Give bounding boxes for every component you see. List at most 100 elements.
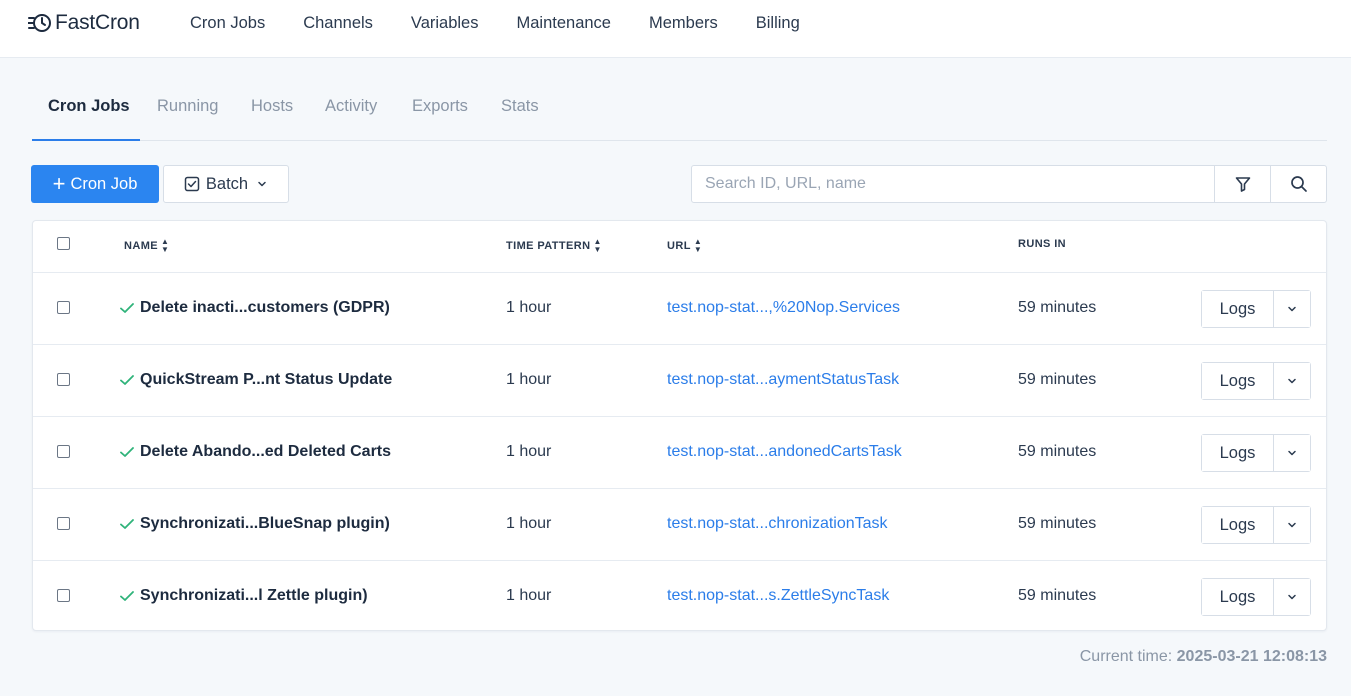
job-name[interactable]: Synchronizati...l Zettle plugin): [140, 587, 368, 605]
logs-button[interactable]: Logs: [1202, 579, 1274, 615]
table-row: Synchronizati...l Zettle plugin) 1 hour …: [33, 561, 1326, 631]
current-time: Current time: 2025-03-21 12:08:13: [1080, 648, 1327, 666]
nav-billing[interactable]: Billing: [756, 13, 800, 33]
cron-jobs-table: NAME ▲ ▼ TIME PATTERN ▲ ▼ URL ▲ ▼ RUNS IN D…: [32, 220, 1327, 631]
logs-button-group: Logs: [1201, 578, 1311, 616]
job-url[interactable]: test.nop-stat...,%20Nop.Services: [667, 299, 900, 317]
row-actions-dropdown[interactable]: [1274, 435, 1310, 471]
table-row: Synchronizati...BlueSnap plugin) 1 hour …: [33, 489, 1326, 561]
main-nav: Cron Jobs Channels Variables Maintenance…: [190, 13, 838, 33]
search-button[interactable]: [1270, 165, 1327, 203]
job-runs-in: 59 minutes: [1018, 515, 1097, 532]
logs-button-group: Logs: [1201, 434, 1311, 472]
job-name[interactable]: Synchronizati...BlueSnap plugin): [140, 515, 390, 533]
column-url-label: URL: [667, 240, 691, 252]
column-runs-in: RUNS IN: [1018, 238, 1066, 250]
row-actions-dropdown[interactable]: [1274, 363, 1310, 399]
fastcron-logo-icon: [28, 14, 51, 32]
row-checkbox[interactable]: [57, 445, 70, 458]
plus-icon: +: [52, 171, 66, 196]
nav-members[interactable]: Members: [649, 13, 718, 33]
filter-button[interactable]: [1214, 165, 1271, 203]
chevron-down-icon: [1288, 522, 1296, 528]
row-checkbox[interactable]: [57, 301, 70, 314]
search-icon: [1290, 176, 1307, 192]
logs-button-group: Logs: [1201, 506, 1311, 544]
current-time-value: 2025-03-21 12:08:13: [1176, 648, 1327, 665]
job-runs-in: 59 minutes: [1018, 299, 1097, 316]
search-input[interactable]: [691, 165, 1215, 203]
job-runs-in: 59 minutes: [1018, 587, 1097, 604]
success-check-icon: [120, 591, 134, 601]
app-name: FastCron: [55, 11, 140, 34]
sub-tabs: Cron Jobs Running Hosts Activity Exports…: [32, 84, 1327, 141]
job-url[interactable]: test.nop-stat...chronizationTask: [667, 515, 888, 533]
add-cron-job-button[interactable]: + Cron Job: [31, 165, 159, 203]
job-time-pattern: 1 hour: [506, 299, 552, 316]
job-url[interactable]: test.nop-stat...aymentStatusTask: [667, 371, 899, 389]
column-name-label: NAME: [124, 240, 158, 252]
nav-cron-jobs[interactable]: Cron Jobs: [190, 13, 265, 33]
logs-button[interactable]: Logs: [1202, 507, 1274, 543]
chevron-down-icon: [258, 181, 266, 187]
chevron-down-icon: [1288, 306, 1296, 312]
row-checkbox[interactable]: [57, 517, 70, 530]
table-row: Delete Abando...ed Deleted Carts 1 hour …: [33, 417, 1326, 489]
logs-button[interactable]: Logs: [1202, 363, 1274, 399]
tab-activity[interactable]: Activity: [325, 84, 377, 141]
chevron-down-icon: [1288, 450, 1296, 456]
sort-icon: ▲ ▼: [161, 237, 170, 254]
job-runs-in: 59 minutes: [1018, 443, 1097, 460]
nav-maintenance[interactable]: Maintenance: [517, 13, 611, 33]
job-time-pattern: 1 hour: [506, 587, 552, 604]
nav-channels[interactable]: Channels: [303, 13, 373, 33]
logs-button[interactable]: Logs: [1202, 291, 1274, 327]
table-row: QuickStream P...nt Status Update 1 hour …: [33, 345, 1326, 417]
logo[interactable]: FastCron: [28, 10, 140, 36]
job-url[interactable]: test.nop-stat...s.ZettleSyncTask: [667, 587, 889, 605]
row-actions-dropdown[interactable]: [1274, 507, 1310, 543]
success-check-icon: [120, 447, 134, 457]
column-time-pattern-label: TIME PATTERN: [506, 240, 591, 252]
row-checkbox[interactable]: [57, 373, 70, 386]
chevron-down-icon: [1288, 378, 1296, 384]
tab-cron-jobs[interactable]: Cron Jobs: [32, 84, 140, 141]
chevron-down-icon: [1288, 594, 1296, 600]
tab-hosts[interactable]: Hosts: [251, 84, 293, 141]
tab-exports[interactable]: Exports: [412, 84, 468, 141]
row-actions-dropdown[interactable]: [1274, 291, 1310, 327]
job-url[interactable]: test.nop-stat...andonedCartsTask: [667, 443, 902, 461]
table-header: NAME ▲ ▼ TIME PATTERN ▲ ▼ URL ▲ ▼ RUNS IN: [33, 221, 1326, 273]
logs-button-group: Logs: [1201, 290, 1311, 328]
column-name[interactable]: NAME ▲ ▼: [124, 238, 169, 254]
batch-check-icon: [184, 176, 200, 192]
batch-button[interactable]: Batch: [163, 165, 289, 203]
tab-running[interactable]: Running: [157, 84, 218, 141]
success-check-icon: [120, 519, 134, 529]
job-name[interactable]: QuickStream P...nt Status Update: [140, 371, 392, 389]
column-runs-in-label: RUNS IN: [1018, 238, 1067, 250]
add-cron-job-label: Cron Job: [70, 174, 138, 193]
job-time-pattern: 1 hour: [506, 443, 552, 460]
row-checkbox[interactable]: [57, 589, 70, 602]
job-time-pattern: 1 hour: [506, 371, 552, 388]
filter-icon: [1235, 177, 1250, 192]
top-bar: FastCron Cron Jobs Channels Variables Ma…: [0, 0, 1351, 58]
tab-stats[interactable]: Stats: [501, 84, 539, 141]
column-time-pattern[interactable]: TIME PATTERN ▲ ▼: [506, 238, 602, 254]
success-check-icon: [120, 375, 134, 385]
job-time-pattern: 1 hour: [506, 515, 552, 532]
select-all-checkbox[interactable]: [57, 237, 70, 250]
column-url[interactable]: URL ▲ ▼: [667, 238, 702, 254]
success-check-icon: [120, 303, 134, 313]
sort-icon: ▲ ▼: [693, 237, 703, 254]
job-name[interactable]: Delete Abando...ed Deleted Carts: [140, 443, 391, 461]
row-actions-dropdown[interactable]: [1274, 579, 1310, 615]
batch-label: Batch: [205, 174, 249, 193]
current-time-label: Current time:: [1079, 648, 1173, 665]
nav-variables[interactable]: Variables: [411, 13, 479, 33]
logs-button-group: Logs: [1201, 362, 1311, 400]
sort-icon: ▲ ▼: [593, 237, 602, 254]
job-name[interactable]: Delete inacti...customers (GDPR): [140, 299, 390, 317]
logs-button[interactable]: Logs: [1202, 435, 1274, 471]
